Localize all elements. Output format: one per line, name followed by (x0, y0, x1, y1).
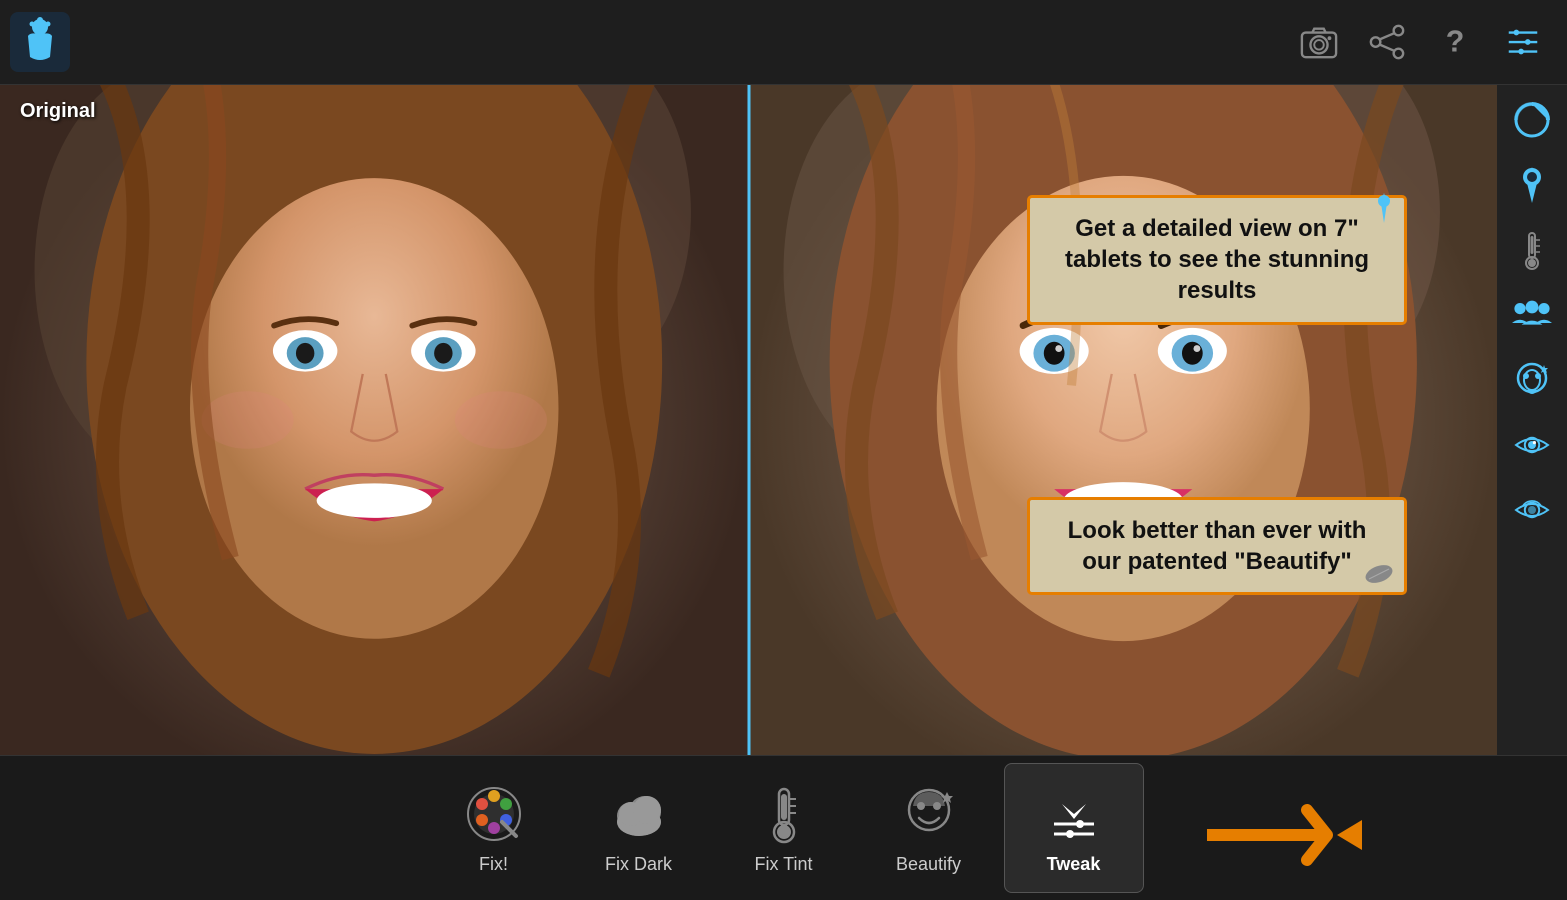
sidebar-tool-pin[interactable] (1502, 155, 1562, 215)
fix-dark-label: Fix Dark (605, 854, 672, 875)
camera-button[interactable] (1295, 18, 1343, 66)
split-divider[interactable] (747, 85, 750, 755)
tooltip-bottom: Look better than ever with our patented … (1027, 497, 1407, 595)
right-sidebar (1497, 85, 1567, 755)
settings-button[interactable] (1499, 18, 1547, 66)
sidebar-tool-adjust[interactable] (1502, 220, 1562, 280)
fix-label: Fix! (479, 854, 508, 875)
tool-fix-dark[interactable]: Fix Dark (569, 763, 709, 893)
fix-tint-label: Fix Tint (754, 854, 812, 875)
tooltip-bottom-text: Look better than ever with our patented … (1050, 515, 1384, 577)
sidebar-tool-eye-detail[interactable] (1502, 415, 1562, 475)
tweak-label: Tweak (1047, 854, 1101, 875)
fix-dark-icon (606, 781, 671, 846)
tool-tweak[interactable]: Tweak (1004, 763, 1144, 893)
app-header: ? (0, 0, 1567, 85)
sidebar-tool-group-faces[interactable] (1502, 285, 1562, 345)
logo-area (10, 12, 90, 72)
help-button[interactable]: ? (1431, 18, 1479, 66)
header-actions: ? (1295, 18, 1547, 66)
app-logo (10, 12, 70, 72)
fix-icon (461, 781, 526, 846)
tool-fix[interactable]: Fix! (424, 763, 564, 893)
tool-beautify[interactable]: Beautify (859, 763, 999, 893)
sidebar-tool-face-beauty[interactable] (1502, 350, 1562, 410)
beautify-icon (896, 781, 961, 846)
image-right-enhanced (749, 85, 1498, 755)
sidebar-tool-eye-enhance[interactable] (1502, 480, 1562, 540)
tweak-icon (1041, 781, 1106, 846)
tooltip-top-text: Get a detailed view on 7" tablets to see… (1050, 213, 1384, 307)
share-button[interactable] (1363, 18, 1411, 66)
svg-text:?: ? (1446, 25, 1465, 59)
arrow-indicator (1207, 795, 1367, 880)
fix-tint-icon (751, 781, 816, 846)
bottom-toolbar: Fix! Fix Dark (0, 755, 1567, 900)
canvas-area: Original Get a detailed view on 7" table… (0, 85, 1497, 755)
tooltip-top: Get a detailed view on 7" tablets to see… (1027, 195, 1407, 325)
image-left-original (0, 85, 749, 755)
original-label: Original (20, 100, 96, 123)
beautify-label: Beautify (896, 854, 961, 875)
sidebar-tool-color-circle[interactable] (1502, 90, 1562, 150)
tool-fix-tint[interactable]: Fix Tint (714, 763, 854, 893)
